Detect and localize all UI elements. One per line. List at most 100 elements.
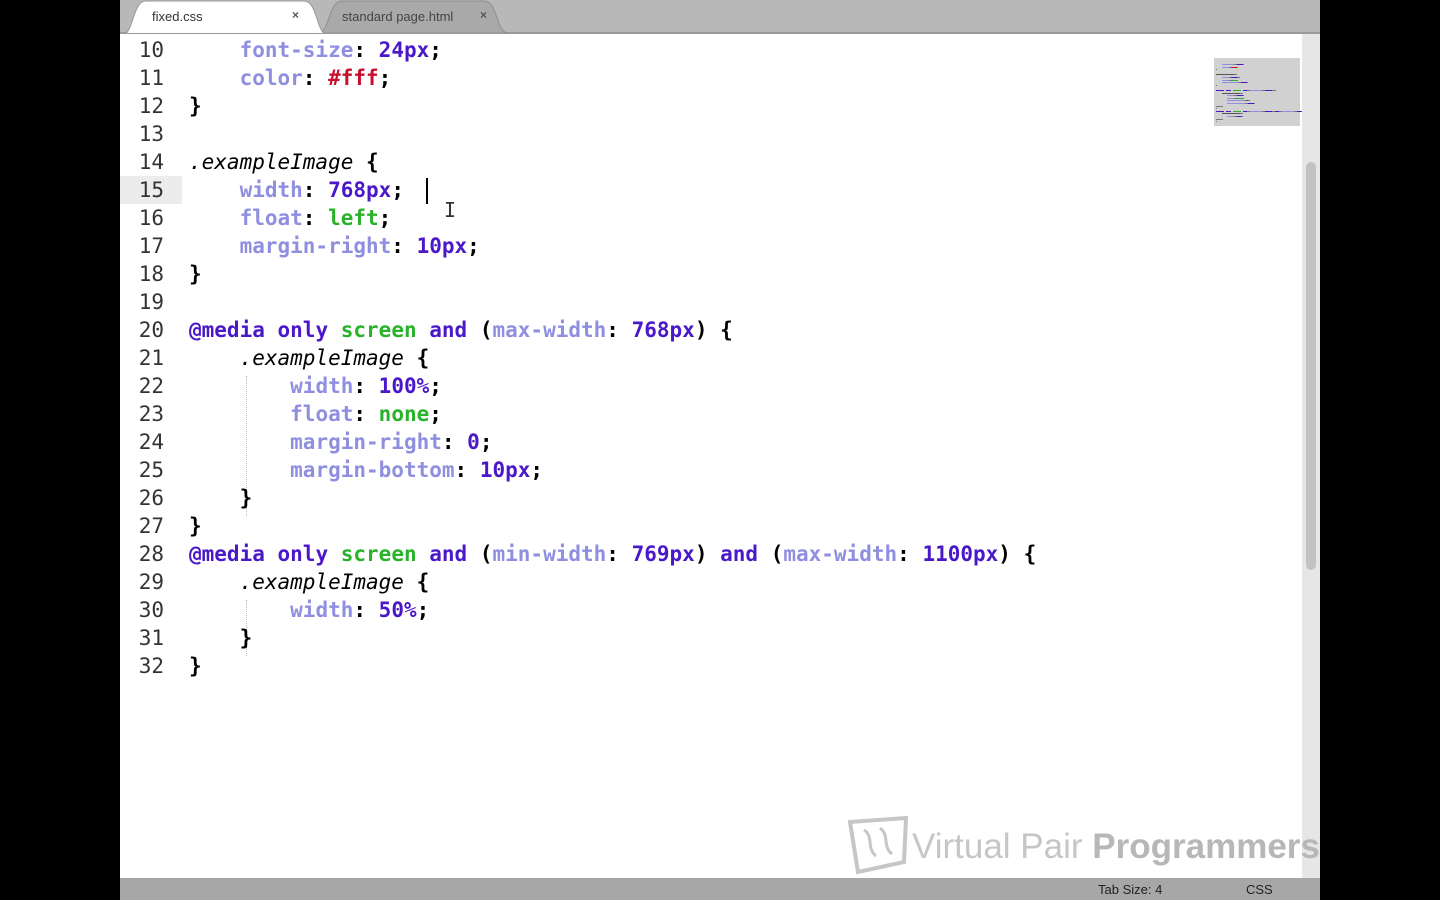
code-token: : bbox=[302, 206, 329, 230]
code-token: } bbox=[189, 654, 202, 678]
code-token: ; bbox=[429, 374, 442, 398]
line-number: 23 bbox=[138, 402, 164, 426]
code-line: .exampleImage { bbox=[189, 568, 430, 596]
tab-label: fixed.css bbox=[152, 9, 203, 24]
line-number: 14 bbox=[138, 150, 164, 174]
line-number: 15 bbox=[120, 176, 182, 204]
minimap-line bbox=[1242, 64, 1244, 65]
watermark-text: Virtual Pair Programmers bbox=[912, 827, 1320, 867]
code-token: ; bbox=[429, 402, 442, 426]
minimap-line bbox=[1216, 110, 1225, 112]
code-token: } bbox=[189, 262, 202, 286]
line-number: 21 bbox=[138, 346, 164, 370]
code-token: .exampleImage bbox=[239, 570, 404, 594]
code-token: float bbox=[290, 402, 354, 426]
code-token: max-width bbox=[492, 318, 607, 342]
minimap-line bbox=[1216, 121, 1218, 123]
tab-standard-page-html[interactable]: standard page.html × bbox=[318, 0, 508, 33]
code-line: margin-bottom: 10px; bbox=[189, 456, 543, 484]
code-line: } bbox=[189, 260, 202, 288]
code-line: .exampleImage { bbox=[189, 148, 379, 176]
code-line: } bbox=[189, 92, 202, 120]
minimap[interactable] bbox=[1214, 36, 1310, 128]
code-token: margin-right bbox=[290, 430, 442, 454]
code-token: ; bbox=[429, 38, 442, 62]
code-token: : bbox=[353, 374, 379, 398]
line-number: 12 bbox=[138, 94, 164, 118]
code-token: .exampleImage bbox=[189, 150, 354, 174]
code-token: : bbox=[897, 542, 923, 566]
minimap-line bbox=[1231, 77, 1239, 78]
minimap-line bbox=[1216, 108, 1218, 110]
minimap-line bbox=[1234, 74, 1237, 76]
code-token: } bbox=[189, 514, 202, 538]
minimap-line bbox=[1253, 103, 1256, 104]
code-token: ; bbox=[530, 458, 544, 482]
minimap-line bbox=[1227, 95, 1235, 97]
code-token: width bbox=[290, 374, 354, 398]
code-line: width: 100%; bbox=[189, 372, 442, 400]
code-token: max-width bbox=[783, 542, 898, 566]
line-number: 26 bbox=[138, 486, 164, 510]
minimap-line bbox=[1216, 105, 1223, 107]
line-number: 18 bbox=[138, 262, 164, 286]
code-line: } bbox=[189, 512, 202, 540]
code-token: ) { bbox=[998, 542, 1037, 566]
line-number: 17 bbox=[138, 234, 164, 258]
code-token: color bbox=[239, 66, 303, 90]
minimap-line bbox=[1238, 77, 1240, 78]
code-token: { bbox=[403, 570, 430, 594]
code-token: ( bbox=[467, 318, 493, 342]
minimap-line bbox=[1241, 116, 1243, 117]
line-number: 11 bbox=[138, 66, 164, 90]
code-line: } bbox=[189, 624, 253, 652]
code-token: : bbox=[454, 458, 480, 482]
minimap-line bbox=[1281, 110, 1295, 112]
minimap-line bbox=[1227, 103, 1246, 104]
code-token: only bbox=[277, 542, 329, 566]
vertical-scrollbar[interactable] bbox=[1302, 34, 1320, 878]
code-line: } bbox=[189, 652, 202, 680]
minimap-line bbox=[1221, 79, 1229, 81]
code-token: ; bbox=[416, 598, 430, 622]
minimap-line bbox=[1227, 116, 1235, 117]
minimap-line bbox=[1265, 90, 1272, 91]
tab-size-indicator[interactable]: Tab Size: 4 bbox=[1098, 882, 1162, 897]
code-token: margin-bottom bbox=[290, 458, 455, 482]
scrollbar-thumb[interactable] bbox=[1306, 162, 1316, 570]
code-line: font-size: 24px; bbox=[189, 36, 442, 64]
minimap-line bbox=[1272, 90, 1277, 91]
code-token: .exampleImage bbox=[239, 346, 404, 370]
code-token: 100% bbox=[378, 374, 430, 398]
minimap-line bbox=[1221, 92, 1240, 94]
minimap-line bbox=[1216, 90, 1225, 91]
code-token: width bbox=[239, 178, 303, 202]
line-number: 16 bbox=[138, 206, 164, 230]
code-token: font-size bbox=[239, 38, 354, 62]
close-icon[interactable]: × bbox=[292, 8, 299, 22]
close-icon[interactable]: × bbox=[480, 8, 487, 22]
code-editor[interactable]: 10 11 12 13 14 15 16 17 18 19 20 21 22 23 24 25 26 27 28 29… bbox=[120, 34, 1310, 878]
line-number: 29 bbox=[138, 570, 164, 594]
code-token: 10px bbox=[416, 234, 468, 258]
minimap-line bbox=[1221, 66, 1229, 68]
code-token: none bbox=[378, 402, 430, 426]
minimap-line bbox=[1237, 79, 1239, 81]
code-token: : bbox=[302, 178, 329, 202]
code-token: 0 bbox=[467, 430, 480, 454]
code-token: 1100px bbox=[922, 542, 999, 566]
syntax-indicator[interactable]: CSS bbox=[1246, 882, 1273, 897]
code-token: : bbox=[302, 66, 329, 90]
tab-fixed-css[interactable]: fixed.css × bbox=[122, 0, 328, 33]
code-token: min-width bbox=[492, 542, 607, 566]
minimap-line bbox=[1225, 90, 1232, 91]
code-token: and bbox=[720, 542, 759, 566]
line-number: 31 bbox=[138, 626, 164, 650]
